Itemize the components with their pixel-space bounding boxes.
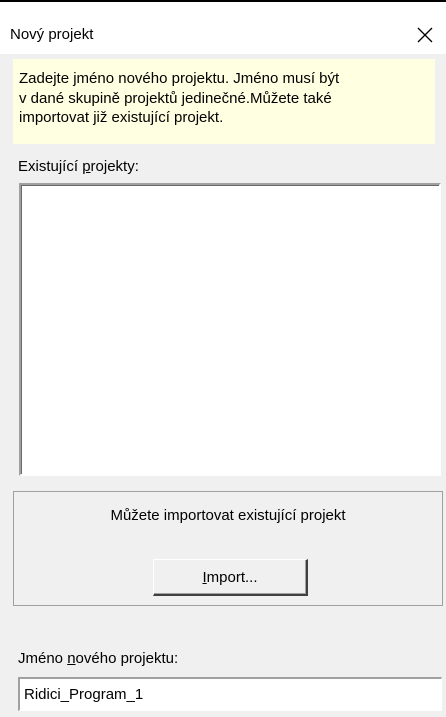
dialog-title: Nový projekt <box>10 26 94 43</box>
existing-projects-list[interactable] <box>19 183 441 476</box>
close-icon <box>417 27 433 43</box>
existing-projects-label-pre: Existující <box>18 158 83 175</box>
existing-projects-label-key: p <box>82 158 91 175</box>
info-message: Zadejte jméno nového projektu. Jméno mus… <box>13 59 435 144</box>
title-bar: Nový projekt <box>0 2 446 54</box>
new-project-name-label: Jméno nového projektu: <box>18 650 178 667</box>
new-project-name-input[interactable] <box>18 677 442 711</box>
info-line-3: importovat již existující projekt. <box>19 109 224 126</box>
import-button-rest: mport... <box>206 568 258 586</box>
import-button[interactable]: Import... <box>153 559 308 596</box>
existing-projects-label-post: rojekty: <box>90 158 139 175</box>
info-line-2: v dané skupině projektů jedinečné.Můžete… <box>19 89 332 107</box>
close-button[interactable] <box>410 20 440 50</box>
existing-projects-label: Existující projekty: <box>18 158 139 175</box>
import-hint: Můžete importovat existující projekt <box>110 507 346 524</box>
import-group: Můžete importovat existující projekt Imp… <box>13 491 443 606</box>
new-project-name-label-key: n <box>67 650 76 667</box>
new-project-name-label-post: ového projektu: <box>75 650 179 667</box>
new-project-name-label-pre: Jméno <box>18 650 68 667</box>
info-line-1: Zadejte jméno nového projektu. Jméno mus… <box>19 70 340 87</box>
new-project-dialog: Nový projekt Zadejte jméno nového projek… <box>0 0 446 717</box>
